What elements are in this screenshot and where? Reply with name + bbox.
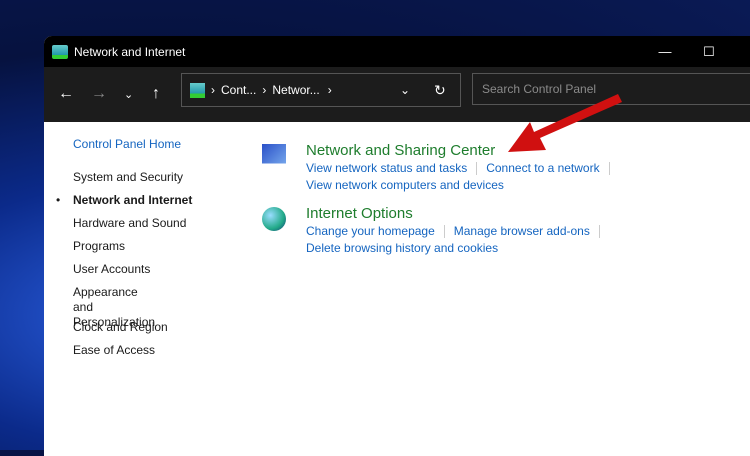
address-bar[interactable]: › Cont... › Networ... › ⌄ ↻ <box>181 73 461 107</box>
sidebar-item-ease-of-access[interactable]: Ease of Access <box>73 343 155 358</box>
control-panel-icon <box>190 82 205 98</box>
change-homepage-link[interactable]: Change your homepage <box>306 224 435 238</box>
current-bullet: • <box>56 193 61 207</box>
navigation-bar: ← → ⌄ ↑ › Cont... › Networ... › ⌄ ↻ Search… <box>44 67 750 122</box>
breadcrumb-network[interactable]: Networ... <box>272 83 319 97</box>
window-title: Network and Internet <box>74 44 186 59</box>
connect-network-link[interactable]: Connect to a network <box>486 161 599 175</box>
sidebar-item-system-security[interactable]: System and Security <box>73 170 183 185</box>
recent-chevron-down-icon[interactable]: ⌄ <box>124 88 133 101</box>
view-network-computers-link[interactable]: View network computers and devices <box>306 178 504 192</box>
maximize-button[interactable]: ☐ <box>686 36 732 67</box>
manage-addons-link[interactable]: Manage browser add-ons <box>454 224 590 238</box>
internet-options-link[interactable]: Internet Options <box>306 205 626 222</box>
title-bar: Network and Internet — ☐ <box>44 36 750 67</box>
address-dropdown-icon[interactable]: ⌄ <box>400 83 410 97</box>
network-icon <box>52 44 68 59</box>
breadcrumb-control-panel[interactable]: Cont... <box>221 83 256 97</box>
back-icon[interactable]: ← <box>58 85 74 103</box>
refresh-icon[interactable]: ↻ <box>434 82 446 99</box>
sidebar-item-user-accounts[interactable]: User Accounts <box>73 262 150 277</box>
sidebar-home-link[interactable]: Control Panel Home <box>73 137 181 152</box>
minimize-button[interactable]: — <box>642 36 688 67</box>
sidebar-item-hardware-sound[interactable]: Hardware and Sound <box>73 216 186 231</box>
sidebar-item-programs[interactable]: Programs <box>73 239 125 254</box>
delete-history-link[interactable]: Delete browsing history and cookies <box>306 241 498 255</box>
sidebar-item-network-internet[interactable]: Network and Internet <box>73 193 192 208</box>
sidebar-item-clock-region[interactable]: Clock and Region <box>73 320 168 335</box>
up-icon[interactable]: ↑ <box>152 85 160 103</box>
forward-icon[interactable]: → <box>91 85 107 103</box>
annotation-arrow-icon <box>508 94 622 152</box>
view-network-status-link[interactable]: View network status and tasks <box>306 161 467 175</box>
internet-options-icon <box>262 207 286 231</box>
